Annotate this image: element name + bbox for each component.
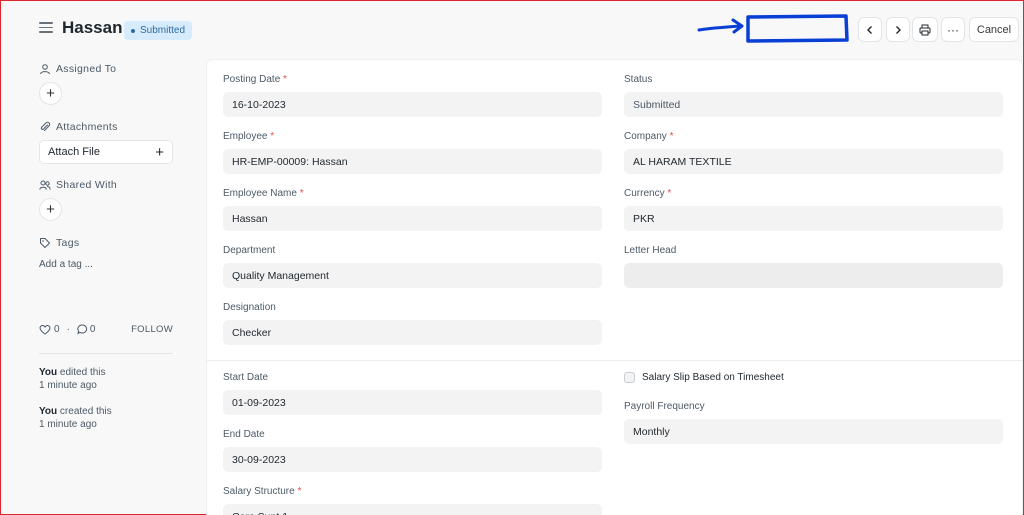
salary-slip-timesheet-label: Salary Slip Based on Timesheet [642, 372, 784, 383]
status-dot-icon [131, 28, 135, 33]
user-icon [40, 64, 50, 75]
status-badge-label: Submitted [140, 25, 186, 36]
shared-with-label: Shared With [56, 179, 118, 191]
activity-time: 1 minute ago [39, 380, 97, 391]
designation-field: Designation Checker [223, 302, 602, 345]
follow-button[interactable]: FOLLOW [131, 324, 173, 335]
activity-action: edited this [57, 367, 106, 378]
department-label: Department [223, 245, 276, 256]
shared-with-heading: Shared With [39, 179, 117, 191]
activity-user: You [39, 406, 58, 417]
likes-count: 0 [54, 324, 60, 335]
add-share-button[interactable]: + [39, 198, 62, 221]
payroll-frequency-input[interactable]: Monthly [624, 419, 1003, 444]
designation-label: Designation [223, 302, 276, 313]
add-assignee-button[interactable]: + [39, 82, 62, 105]
posting-date-field: Posting Date * 16-10-2023 [223, 74, 602, 117]
designation-input[interactable]: Checker [223, 320, 602, 345]
tags-label: Tags [56, 237, 80, 249]
section-divider [207, 360, 1022, 361]
annotation-box-icon [746, 14, 849, 43]
payroll-frequency-label: Payroll Frequency [624, 401, 705, 412]
end-date-input[interactable]: 30-09-2023 [223, 447, 602, 472]
add-tag-link[interactable]: Add a tag ... [39, 259, 93, 270]
plus-icon: + [155, 143, 164, 161]
company-input[interactable]: AL HARAM TEXTILE [624, 149, 1003, 174]
tag-icon [40, 238, 50, 248]
employee-field: Employee * HR-EMP-00009: Hassan [223, 131, 602, 174]
hamburger-menu-icon[interactable] [39, 22, 53, 34]
assigned-to-label: Assigned To [56, 63, 117, 75]
page-title: Hassan [62, 18, 123, 37]
department-field: Department Quality Management [223, 245, 602, 288]
tags-heading: Tags [39, 237, 79, 249]
letter-head-input[interactable] [624, 263, 1003, 288]
employee-label: Employee [223, 131, 268, 142]
next-doc-button[interactable] [886, 17, 910, 42]
doc-stats: 0 · 0 FOLLOW [39, 324, 173, 335]
salary-structure-field: Salary Structure * Care Sunt 1 [223, 486, 602, 515]
assigned-to-heading: Assigned To [39, 63, 116, 75]
comments-count: 0 [89, 324, 96, 335]
currency-field: Currency * PKR [624, 188, 1003, 231]
employee-name-input[interactable]: Hassan [223, 206, 602, 231]
users-icon [39, 180, 51, 190]
employee-input[interactable]: HR-EMP-00009: Hassan [223, 149, 602, 174]
end-date-label: End Date [223, 429, 265, 440]
printer-icon [919, 24, 931, 35]
form-card: Posting Date * 16-10-2023 Employee * HR-… [206, 59, 1023, 515]
salary-structure-label: Salary Structure [223, 486, 295, 497]
currency-input[interactable]: PKR [624, 206, 1003, 231]
activity-item: You created this 1 minute ago [39, 405, 112, 431]
heart-icon[interactable] [39, 324, 51, 335]
comment-icon[interactable] [77, 324, 88, 335]
start-date-field: Start Date 01-09-2023 [223, 372, 602, 415]
start-date-label: Start Date [223, 372, 269, 383]
attachments-heading: Attachments [39, 121, 118, 133]
previous-doc-button[interactable] [858, 17, 882, 42]
activity-user: You [39, 367, 58, 378]
cancel-button[interactable]: Cancel [969, 17, 1019, 42]
status-field: Status Submitted [624, 74, 1003, 117]
employee-name-label: Employee Name [223, 188, 297, 199]
start-date-input[interactable]: 01-09-2023 [223, 390, 602, 415]
salary-slip-timesheet-checkbox-row[interactable]: Salary Slip Based on Timesheet [624, 372, 784, 383]
activity-time: 1 minute ago [39, 419, 97, 430]
chevron-left-icon [867, 25, 872, 34]
salary-slip-timesheet-checkbox[interactable] [624, 372, 635, 383]
salary-structure-input[interactable]: Care Sunt 1 [223, 504, 602, 515]
more-actions-button[interactable]: ··· [941, 17, 965, 42]
chevron-right-icon [896, 25, 901, 34]
payroll-frequency-field: Payroll Frequency Monthly [624, 401, 1003, 444]
status-label: Status [624, 74, 653, 85]
company-label: Company [624, 131, 667, 142]
status-badge: Submitted [124, 21, 193, 40]
activity-action: created this [57, 406, 112, 417]
posting-date-input[interactable]: 16-10-2023 [223, 92, 602, 117]
sidebar-divider [39, 353, 173, 354]
page-header: Hassan Submitted ··· Cancel [1, 1, 1024, 59]
letter-head-label: Letter Head [624, 245, 677, 256]
employee-name-field: Employee Name * Hassan [223, 188, 602, 231]
company-field: Company * AL HARAM TEXTILE [624, 131, 1003, 174]
attach-file-label: Attach File [48, 146, 100, 158]
stats-separator: · [66, 324, 70, 335]
currency-label: Currency [624, 188, 665, 199]
print-button[interactable] [912, 17, 938, 42]
department-input[interactable]: Quality Management [223, 263, 602, 288]
attachments-label: Attachments [56, 121, 118, 133]
activity-item: You edited this 1 minute ago [39, 366, 106, 392]
status-input[interactable]: Submitted [624, 92, 1003, 117]
paperclip-icon [40, 121, 51, 131]
end-date-field: End Date 30-09-2023 [223, 429, 602, 472]
posting-date-label: Posting Date [223, 74, 281, 85]
letter-head-field: Letter Head [624, 245, 1003, 288]
attach-file-button[interactable]: Attach File + [39, 140, 173, 164]
annotation-arrow-icon [697, 18, 744, 34]
